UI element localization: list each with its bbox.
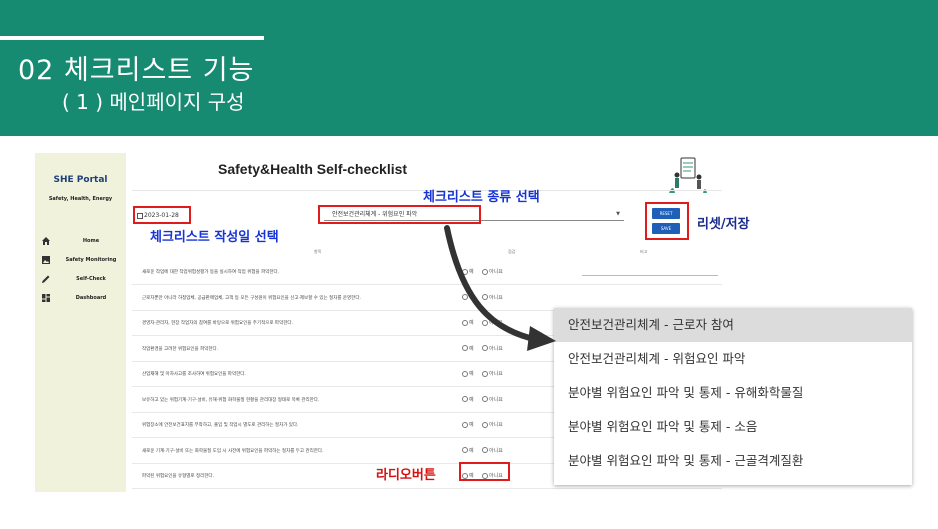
- row-item-text: 근로자뿐만 아니라 하청업체, 공급판매업체, 고객 등 모든 구성원이 위험요…: [142, 295, 361, 301]
- row-item-text: 위험장소에 안전보건표지를 부착하고, 출입 및 작업시 별도로 관리하는 절차…: [142, 423, 299, 428]
- nav-label-home: Home: [82, 238, 100, 244]
- nav-label-safety-monitoring: Safety Monitoring: [65, 257, 117, 263]
- radio-no[interactable]: 아니요: [482, 345, 503, 352]
- header-illustration: [665, 155, 709, 195]
- table-row: 근로자뿐만 아니라 하청업체, 공급판매업체, 고객 등 모든 구성원이 위험요…: [132, 285, 722, 311]
- dropdown-option[interactable]: 분야별 위험요인 파악 및 통제 - 근골격계질환: [554, 444, 912, 478]
- radio-highlight-box: [459, 462, 510, 481]
- brand-subtitle: Safety, Health, Energy: [48, 196, 113, 202]
- app-sidebar: SHE Portal Safety, Health, Energy Home S…: [35, 153, 126, 492]
- column-header-remark: 비고: [640, 249, 648, 254]
- banner-divider: [0, 36, 264, 40]
- row-item-text: 파악된 위험요인을 유형별로 정리한다.: [142, 474, 214, 479]
- nav-item-self-check[interactable]: Self-Check: [35, 273, 126, 289]
- row-item-text: 작업환경을 고려한 위험요인을 파악한다.: [142, 346, 219, 352]
- radio-yes[interactable]: 예: [462, 294, 474, 301]
- column-header-item: 항목: [314, 249, 322, 254]
- dropdown-option[interactable]: 안전보건관리체계 - 근로자 참여: [554, 308, 912, 342]
- radio-yes-label: 예: [469, 320, 474, 326]
- radio-no[interactable]: 아니요: [482, 370, 503, 377]
- radio-no-label: 아니요: [489, 294, 503, 301]
- radio-circle-icon: [462, 294, 468, 300]
- radio-no[interactable]: 아니요: [482, 421, 503, 428]
- radio-no-label: 아니요: [489, 269, 503, 275]
- radio-no[interactable]: 아니요: [482, 447, 503, 454]
- radio-no-label: 아니요: [489, 422, 503, 428]
- radio-circle-icon: [462, 396, 468, 402]
- chevron-down-icon: ▼: [616, 211, 620, 217]
- slide-banner: 02 체크리스트 기능 ( 1 ) 메인페이지 구성: [0, 0, 938, 136]
- radio-circle-icon: [482, 268, 488, 275]
- radio-no-label: 아니요: [489, 396, 503, 403]
- home-icon: [41, 236, 51, 250]
- radio-yes[interactable]: 예: [462, 421, 474, 428]
- row-item-text: 보유하고 있는 위험기계·기구·설비, 유해·위험 화학물질 현황을 관리대장 …: [142, 397, 320, 403]
- radio-yes-label: 예: [469, 447, 474, 454]
- radio-circle-icon: [462, 447, 468, 453]
- radio-no[interactable]: 아니요: [482, 396, 503, 403]
- radio-yes[interactable]: 예: [462, 370, 474, 377]
- dropdown-option[interactable]: 분야별 위험요인 파악 및 통제 - 소음: [554, 410, 912, 444]
- nav-item-home[interactable]: Home: [35, 235, 126, 251]
- checklist-type-dropdown: 안전보건관리체계 - 근로자 참여 안전보건관리체계 - 위험요인 파악 분야별…: [554, 308, 912, 485]
- nav-item-safety-monitoring[interactable]: Safety Monitoring: [35, 254, 126, 270]
- date-highlight-box: [133, 206, 191, 224]
- radio-yes-label: 예: [469, 396, 474, 403]
- annotation-date-select: 체크리스트 작성일 선택: [150, 230, 279, 245]
- radio-circle-icon: [482, 345, 488, 351]
- radio-yes[interactable]: 예: [462, 319, 474, 326]
- annotation-type-select: 체크리스트 종류 선택: [423, 190, 540, 205]
- slide-subtitle: ( 1 ) 메인페이지 구성: [62, 90, 245, 114]
- row-item-text: 산업재해 및 아차사고를 조사하여 위험요인을 파악한다.: [142, 372, 246, 377]
- radio-no-label: 아니요: [489, 371, 503, 377]
- radio-yes-label: 예: [469, 269, 474, 275]
- radio-yes-label: 예: [469, 371, 474, 377]
- radio-circle-icon: [482, 421, 488, 428]
- radio-yes-label: 예: [469, 294, 474, 301]
- radio-yes[interactable]: 예: [462, 268, 474, 275]
- table-row: 새로운 작업에 대한 작업위험성평가 등을 실시하여 작업 위험을 파악한다. 예…: [132, 259, 722, 285]
- pencil-icon: [41, 274, 51, 288]
- radio-circle-icon: [482, 319, 488, 326]
- column-header-check: 점검: [508, 249, 516, 254]
- annotation-radio-button: 라디오버튼: [376, 468, 436, 483]
- row-item-text: 새로운 기계·기구·설비 또는 화학물질 도입 시 사전에 위험요인을 파악하는…: [142, 448, 324, 454]
- radio-circle-icon: [462, 268, 468, 275]
- radio-yes-label: 예: [469, 345, 474, 352]
- nav-label-self-check: Self-Check: [76, 276, 106, 282]
- radio-no-label: 아니요: [489, 447, 503, 454]
- dropdown-option[interactable]: 분야별 위험요인 파악 및 통제 - 유해화학물질: [554, 376, 912, 410]
- dropdown-option[interactable]: 안전보건관리체계 - 위험요인 파악: [554, 342, 912, 376]
- radio-yes[interactable]: 예: [462, 345, 474, 352]
- radio-circle-icon: [462, 345, 468, 351]
- radio-no-label: 아니요: [489, 345, 503, 352]
- radio-circle-icon: [482, 396, 488, 402]
- radio-circle-icon: [462, 319, 468, 326]
- radio-circle-icon: [462, 370, 468, 377]
- nav-label-dashboard: Dashboard: [75, 295, 107, 301]
- annotation-reset-save: 리셋/저장: [697, 217, 750, 232]
- radio-no-label: 아니요: [489, 320, 503, 326]
- remark-input[interactable]: [582, 275, 718, 276]
- buttons-highlight-box: [645, 202, 689, 240]
- radio-yes[interactable]: 예: [462, 396, 474, 403]
- type-highlight-box: [318, 205, 481, 224]
- row-item-text: 새로운 작업에 대한 작업위험성평가 등을 실시하여 작업 위험을 파악한다.: [142, 270, 280, 275]
- page-title: Safety&Health Self-checklist: [218, 161, 408, 177]
- row-item-text: 경영자·관리자, 현장 작업자의 참여를 바탕으로 위험요인을 주기적으로 파악…: [142, 321, 293, 326]
- slide-title: 02 체크리스트 기능: [18, 55, 255, 86]
- radio-circle-icon: [482, 447, 488, 453]
- radio-circle-icon: [462, 421, 468, 428]
- radio-yes[interactable]: 예: [462, 447, 474, 454]
- dashboard-icon: [41, 293, 51, 307]
- image-icon: [41, 255, 51, 269]
- radio-yes-label: 예: [469, 422, 474, 428]
- nav-item-dashboard[interactable]: Dashboard: [35, 292, 126, 308]
- brand-title: SHE Portal: [53, 175, 108, 185]
- radio-circle-icon: [482, 294, 488, 300]
- radio-circle-icon: [482, 370, 488, 377]
- radio-no[interactable]: 아니요: [482, 294, 503, 301]
- radio-no[interactable]: 아니요: [482, 319, 503, 326]
- radio-no[interactable]: 아니요: [482, 268, 503, 275]
